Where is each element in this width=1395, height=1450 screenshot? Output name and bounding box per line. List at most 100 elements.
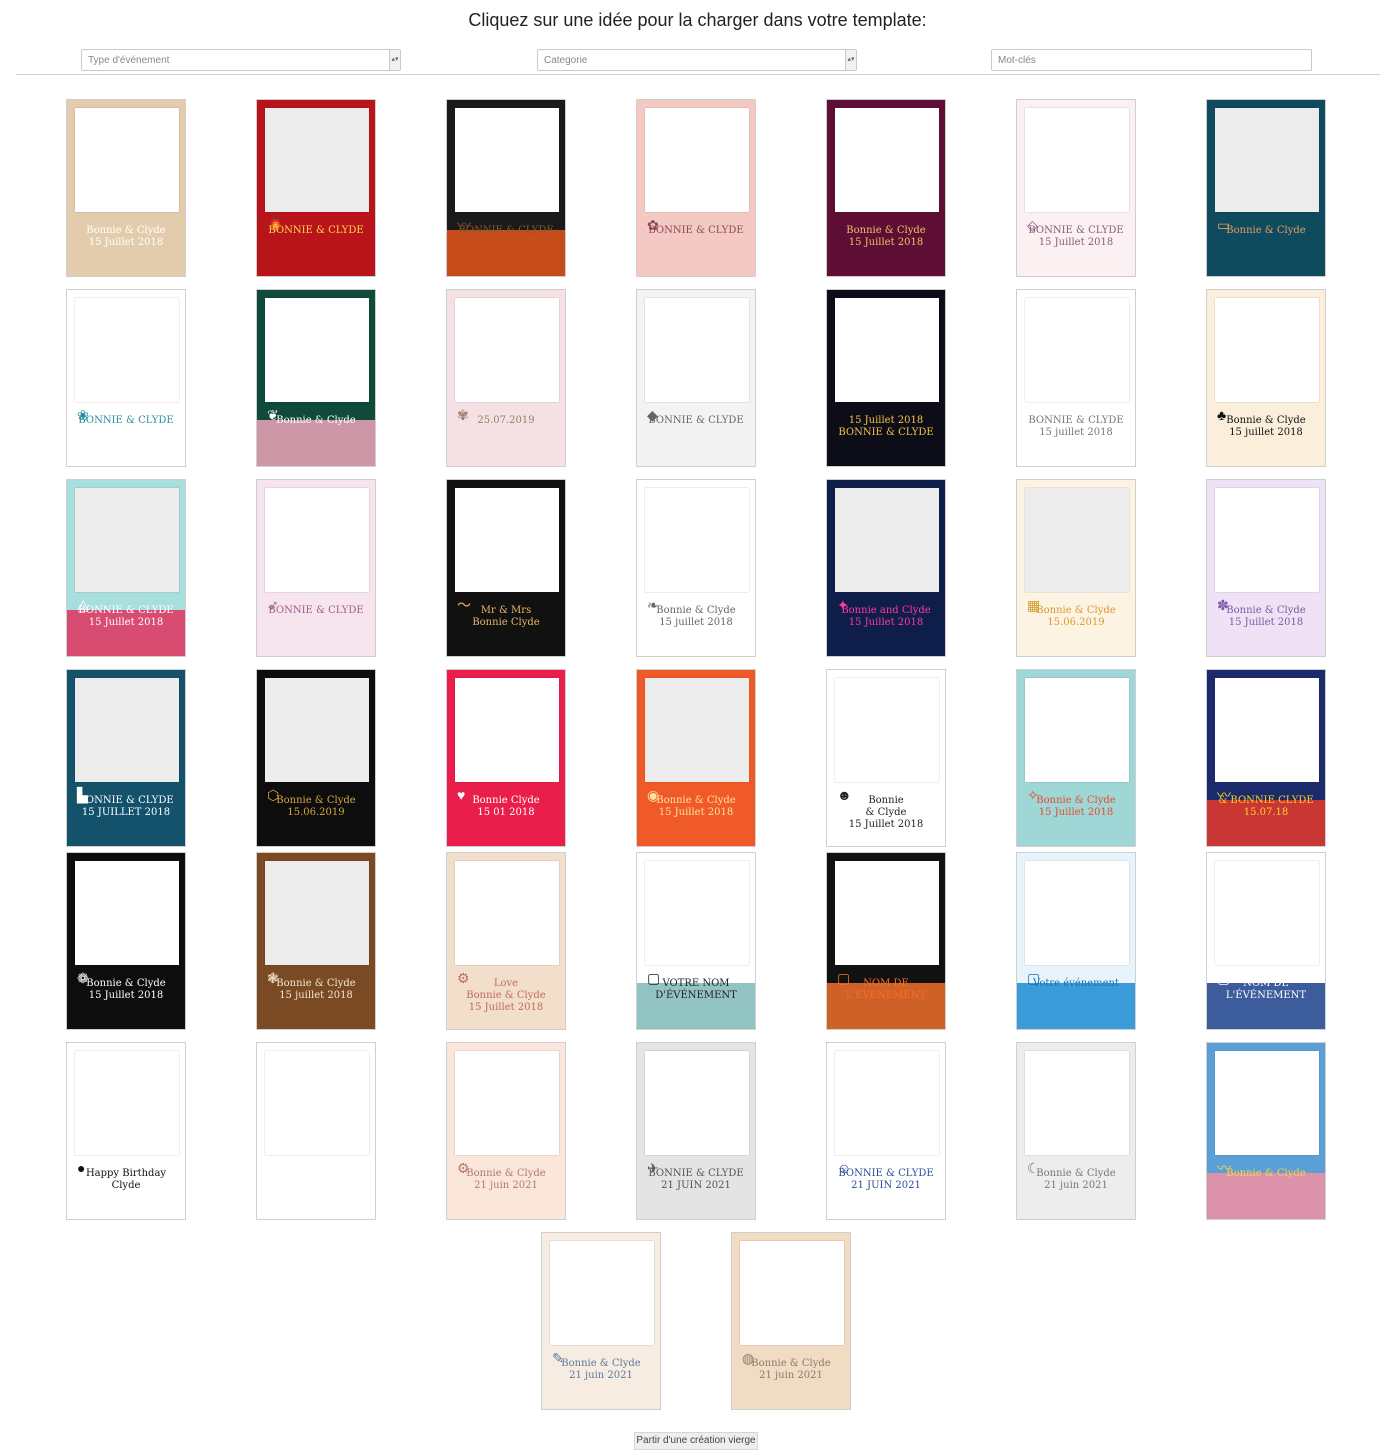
template-label: Bonnie and Clyde 15 Juillet 2018 (841, 605, 931, 628)
template-card[interactable]: ▢ VOTRE NOM D'ÉVÉNEMENT (636, 852, 756, 1030)
template-card[interactable]: ❁ Bonnie & Clyde 15 Juillet 2018 (66, 852, 186, 1030)
template-label: Happy Birthday Clyde (85, 1168, 167, 1191)
template-card[interactable]: 🏮 BONNIE & CLYDE (256, 99, 376, 277)
template-card[interactable]: ♥ Bonnie Clyde 15 01 2018 (446, 669, 566, 847)
template-photo-area (265, 678, 369, 782)
template-card[interactable]: 〜 Mr & Mrs Bonnie Clyde (446, 479, 566, 657)
template-card[interactable]: ⚙ Bonnie & Clyde 21 juin 2021 (446, 1042, 566, 1220)
template-label: 15 Juillet 2018 BONNIE & CLYDE (838, 415, 934, 438)
template-photo-area (75, 298, 179, 402)
template-photo-area (835, 108, 939, 212)
template-photo-area (265, 488, 369, 592)
template-label: BONNIE & CLYDE (78, 415, 174, 426)
template-label: VOTRE NOM D'ÉVÉNEMENT (655, 978, 737, 1001)
template-label: Bonnie & Clyde 21 juin 2021 (561, 1358, 641, 1381)
template-photo-area (265, 108, 369, 212)
template-card[interactable]: ▭ Bonnie & Clyde (1206, 99, 1326, 277)
template-label: Love Bonnie & Clyde 15 Juillet 2018 (466, 978, 546, 1013)
template-photo-area (645, 298, 749, 402)
template-photo-area (835, 488, 939, 592)
template-label: & BONNIE CLYDE 15.07.18 (1218, 795, 1314, 818)
template-card[interactable]: ▦ Bonnie & Clyde 15.06.2019 (1016, 479, 1136, 657)
template-card[interactable]: ⬡ Bonnie & Clyde 15.06.2019 (256, 669, 376, 847)
template-card[interactable]: ✈ BONNIE & CLYDE 21 JUIN 2021 (636, 1042, 756, 1220)
category-select[interactable]: Categorie ▴▾ (537, 49, 857, 71)
template-photo-area (1025, 298, 1129, 402)
template-card[interactable]: Bonnie & Clyde 15 Juillet 2018 (826, 99, 946, 277)
template-card[interactable]: ◇ BONNIE & CLYDE 15 Juillet 2018 (1016, 99, 1136, 277)
template-photo-area (1025, 861, 1129, 965)
template-card[interactable]: ❧ Bonnie & Clyde 15 juillet 2018 (636, 479, 756, 657)
template-photo-area (265, 861, 369, 965)
template-card[interactable]: ✦ Bonnie and Clyde 15 Juillet 2018 (826, 479, 946, 657)
template-label: Votre événement (1033, 978, 1119, 989)
template-photo-area (455, 108, 559, 212)
template-label: 25.07.2019 (477, 415, 535, 426)
template-card[interactable]: ● Happy Birthday Clyde (66, 1042, 186, 1220)
template-card[interactable]: ♣ Bonnie & Clyde 15 juillet 2018 (1206, 289, 1326, 467)
template-card[interactable]: 〰 BONNIE & CLYDE (446, 99, 566, 277)
template-photo-area (455, 678, 559, 782)
template-label: Bonnie & Clyde 15 Juillet 2018 (846, 225, 926, 248)
blank-creation-button[interactable]: Partir d'une création vierge (634, 1432, 758, 1450)
template-card[interactable]: ✿ BONNIE & CLYDE (636, 99, 756, 277)
template-card[interactable]: BONNIE & CLYDE 15 juillet 2018 (1016, 289, 1136, 467)
template-card[interactable]: ➶ BONNIE & CLYDE (256, 479, 376, 657)
template-card[interactable]: ✽ Bonnie & Clyde 15 Juillet 2018 (1206, 479, 1326, 657)
template-card[interactable]: ❦ Bonnie & Clyde (256, 289, 376, 467)
divider (16, 74, 1380, 75)
template-card[interactable]: ▙ BONNIE & CLYDE 15 JUILLET 2018 (66, 669, 186, 847)
template-card[interactable]: ◉ Bonnie & Clyde 15 Juillet 2018 (636, 669, 756, 847)
template-card[interactable]: ⚙ Love Bonnie & Clyde 15 Juillet 2018 (446, 852, 566, 1030)
template-card[interactable]: 〰 & BONNIE CLYDE 15.07.18 (1206, 669, 1326, 847)
template-card[interactable]: ☺ BONNIE & CLYDE 21 JUIN 2021 (826, 1042, 946, 1220)
template-card[interactable]: Bonnie & Clyde 15 Juillet 2018 (66, 99, 186, 277)
template-card[interactable]: 15 Juillet 2018 BONNIE & CLYDE (826, 289, 946, 467)
template-photo-area (265, 298, 369, 402)
chevron-up-down-icon: ▴▾ (845, 50, 856, 70)
chevron-up-down-icon: ▴▾ (389, 50, 400, 70)
template-photo-area (645, 1051, 749, 1155)
template-label: BONNIE & CLYDE 15 Juillet 2018 (1028, 225, 1124, 248)
template-card[interactable]: ⧋ BONNIE & CLYDE 15 Juillet 2018 (66, 479, 186, 657)
template-label: Bonnie & Clyde (276, 415, 356, 426)
template-card[interactable]: ☾ Bonnie & Clyde 21 juin 2021 (1016, 1042, 1136, 1220)
template-label: Bonnie & Clyde 15.06.2019 (276, 795, 356, 818)
template-photo-area (645, 488, 749, 592)
template-label: BONNIE & CLYDE (268, 605, 364, 616)
keywords-input[interactable]: Mot-clés (991, 49, 1312, 71)
template-card[interactable]: ▢ Votre événement (1016, 852, 1136, 1030)
template-photo-area (455, 488, 559, 592)
template-card[interactable]: ▢ NOM DE L'ÉVÉNEMENT (826, 852, 946, 1030)
template-label: NOM DE L'ÉVÉNEMENT (1225, 978, 1307, 1001)
template-photo-area (835, 298, 939, 402)
template-card[interactable] (256, 1042, 376, 1220)
template-label: Bonnie & Clyde 21 juin 2021 (1036, 1168, 1116, 1191)
template-card[interactable]: ✧ Bonnie & Clyde 15 Juillet 2018 (1016, 669, 1136, 847)
template-card[interactable]: ◍ Bonnie & Clyde 21 juin 2021 (731, 1232, 851, 1410)
template-label: Bonnie & Clyde 15 juillet 2018 (276, 978, 356, 1001)
template-label: Bonnie & Clyde 15 juillet 2018 (656, 605, 736, 628)
template-label: NOM DE L'ÉVÉNEMENT (845, 978, 927, 1001)
template-photo-area (835, 678, 939, 782)
page-title: Cliquez sur une idée pour la charger dan… (468, 10, 927, 30)
template-card[interactable]: ☻ Bonnie & Clyde 15 Juillet 2018 (826, 669, 946, 847)
template-card[interactable]: ✎ Bonnie & Clyde 21 juin 2021 (541, 1232, 661, 1410)
template-photo-area (455, 298, 559, 402)
template-label: Mr & Mrs Bonnie Clyde (472, 605, 540, 628)
template-label: BONNIE & CLYDE 15 Juillet 2018 (78, 605, 174, 628)
template-label: BONNIE & CLYDE (648, 225, 744, 236)
template-label: Bonnie & Clyde 21 juin 2021 (751, 1358, 831, 1381)
template-card[interactable]: ✾ 25.07.2019 (446, 289, 566, 467)
template-label: Bonnie & Clyde (1226, 1168, 1306, 1179)
template-card[interactable]: ❀ BONNIE & CLYDE (66, 289, 186, 467)
event-type-select[interactable]: Type d'événement ▴▾ (81, 49, 401, 71)
template-photo-area (835, 1051, 939, 1155)
template-card[interactable]: ❃ Bonnie & Clyde 15 juillet 2018 (256, 852, 376, 1030)
template-label: Bonnie & Clyde 21 juin 2021 (466, 1168, 546, 1191)
template-photo-area (265, 1051, 369, 1155)
template-card[interactable]: 〰 Bonnie & Clyde (1206, 1042, 1326, 1220)
template-card[interactable]: ◆ BONNIE & CLYDE (636, 289, 756, 467)
template-photo-area (1215, 861, 1319, 965)
template-card[interactable]: ▢ NOM DE L'ÉVÉNEMENT (1206, 852, 1326, 1030)
